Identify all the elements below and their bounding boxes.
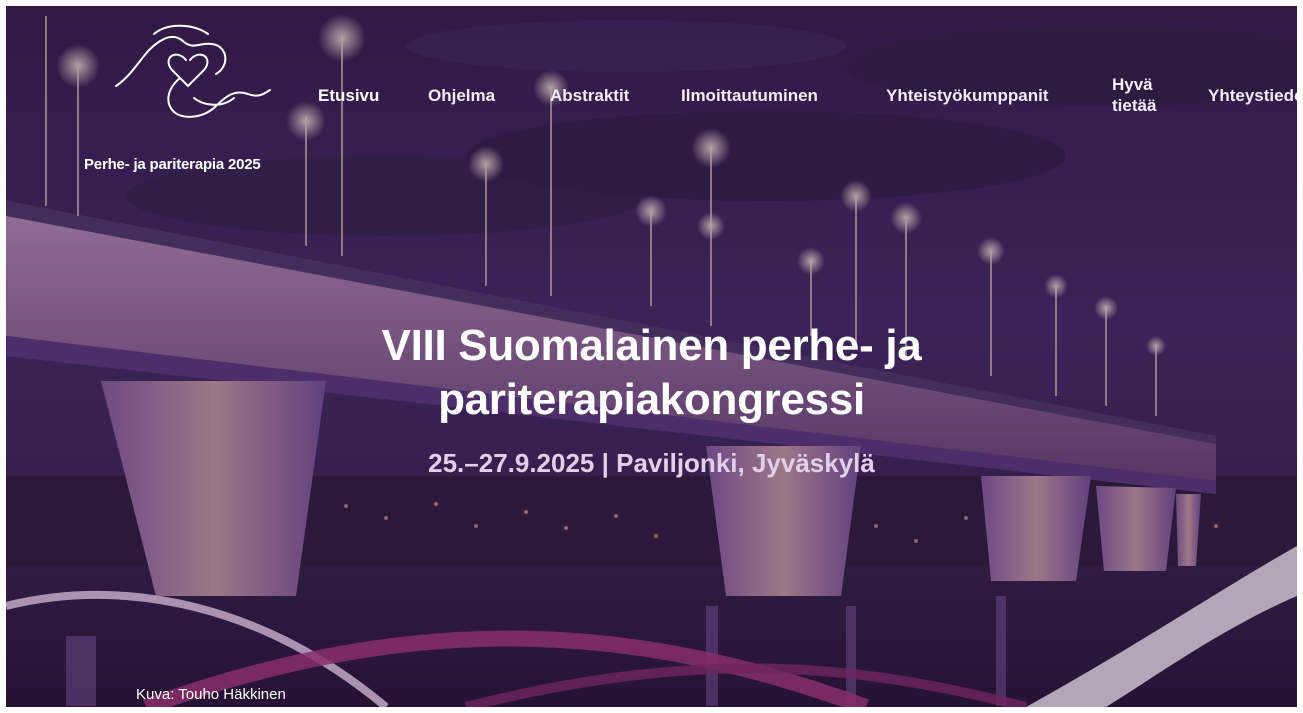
brand-name: Perhe- ja pariterapia 2025 [84,156,261,173]
hero-title-line-2: pariterapiakongressi [438,375,865,424]
nav-item-yhteistyokumppanit[interactable]: Yhteistyökumppanit [886,86,1048,106]
hero-title-line-1: VIII Suomalainen perhe- ja [381,321,922,370]
nav-item-ilmoittautuminen[interactable]: Ilmoittautuminen [681,86,818,106]
hero-section: Perhe- ja pariterapia 2025 Etusivu Ohjel… [6,6,1297,707]
nav-item-abstraktit[interactable]: Abstraktit [550,86,629,106]
hero-title: VIII Suomalainen perhe- ja pariterapiako… [6,319,1297,427]
hero-subtitle: 25.–27.9.2025 | Paviljonki, Jyväskylä [428,448,875,478]
nav-item-hyva-tietaa[interactable]: Hyvä tietää [1112,74,1172,116]
nav-item-yhteystiedot[interactable]: Yhteystiedot [1208,86,1297,106]
nav-item-ohjelma[interactable]: Ohjelma [428,86,495,106]
photo-credit: Kuva: Touho Häkkinen [136,686,286,703]
nav-item-etusivu[interactable]: Etusivu [318,86,379,106]
heart-hands-logo [115,24,271,118]
